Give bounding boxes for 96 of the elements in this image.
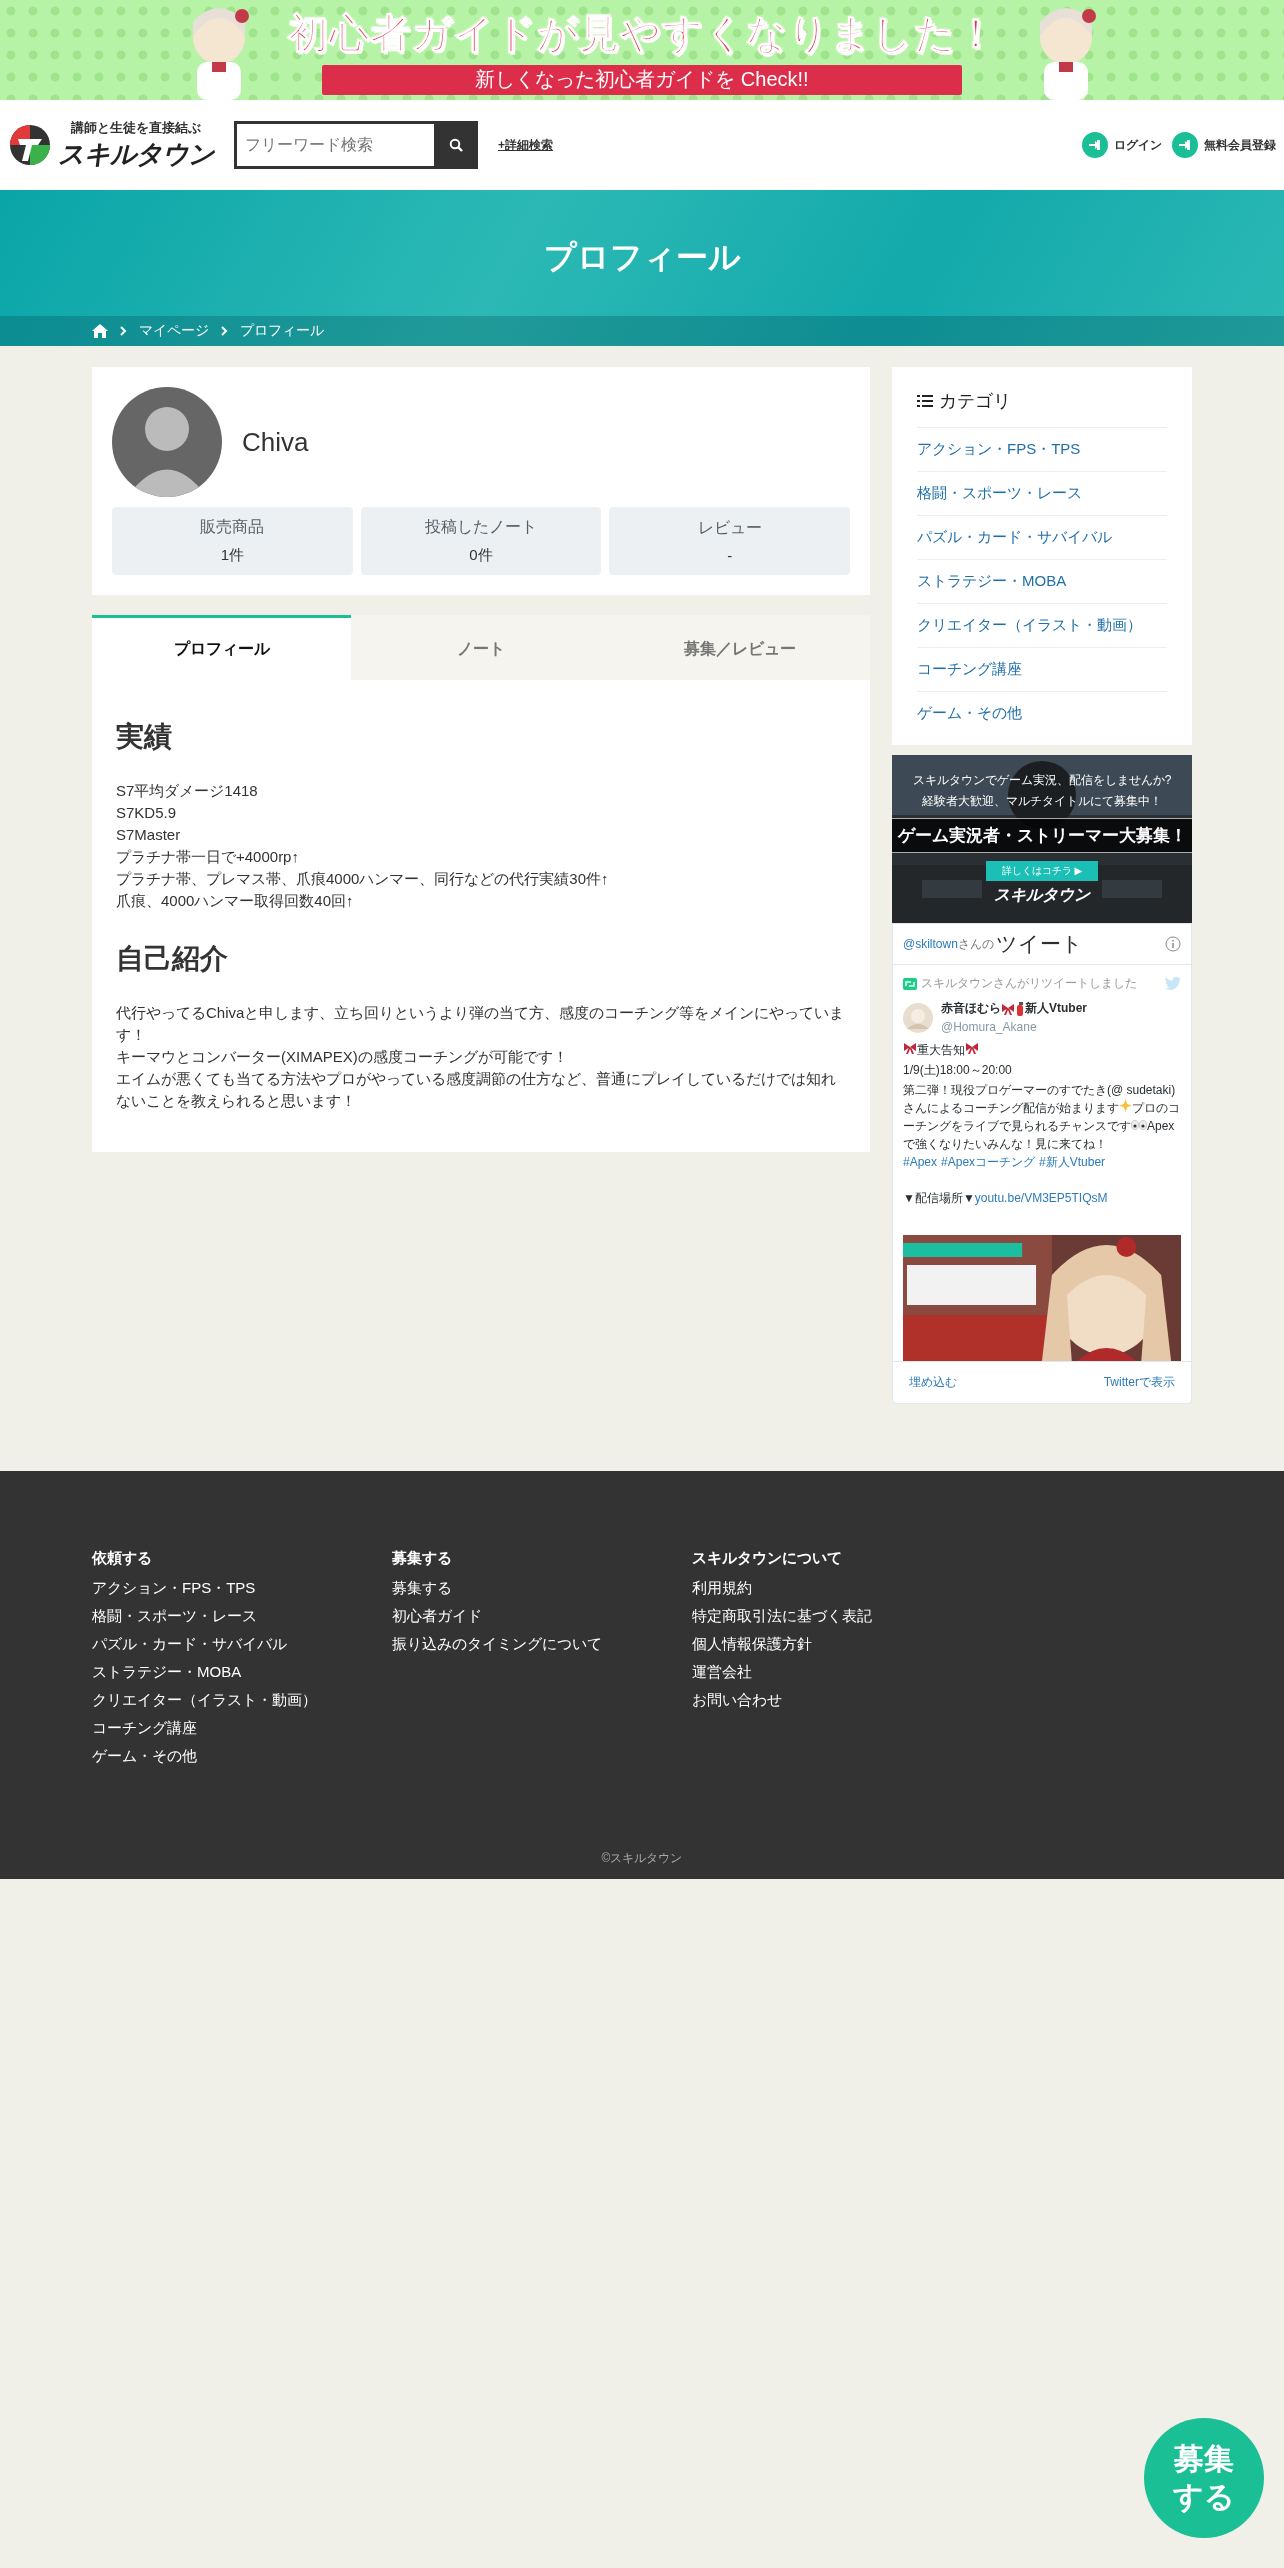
body-text: エイムが悪くても当てる方法やプロがやっている感度調節の仕方など、普通にプレイしているだけでは知れないことを教えられると思います！: [116, 1069, 837, 1111]
body-text: S7KD5.9: [116, 803, 178, 823]
author-handle[interactable]: @Homura_Akane: [941, 1020, 1037, 1034]
footer-link[interactable]: アクション・FPS・TPS: [92, 1579, 392, 1598]
chevron-icon: [120, 326, 127, 336]
widget-link[interactable]: Twitterで表示: [1103, 1374, 1175, 1391]
footer-link[interactable]: 運営会社: [692, 1663, 992, 1682]
stat-value: 0件: [469, 546, 493, 565]
body-text: プラチナ帯、プレマス帯、爪痕4000ハンマー、同行などの代行実績30件↑: [116, 869, 610, 889]
footer-link[interactable]: ゲーム・その他: [92, 1747, 392, 1766]
footer-link[interactable]: 初心者ガイド: [392, 1607, 692, 1626]
sparkle-icon: [1119, 1099, 1132, 1112]
logo-text[interactable]: スキルタウン: [58, 136, 214, 172]
list-icon: [917, 394, 933, 408]
widget-link[interactable]: 埋め込む: [909, 1374, 957, 1391]
banner-subtitle[interactable]: 新しくなった初心者ガイドを Check!!: [322, 64, 962, 95]
ribbon-icon: [1001, 1002, 1015, 1015]
advanced-search-link[interactable]: +詳細検索: [498, 136, 553, 154]
chevron-icon: [221, 326, 228, 336]
logo-tagline: 講師と生徒を直接結ぶ: [71, 118, 201, 137]
sign-in-icon: [1172, 132, 1198, 158]
hashtag-link[interactable]: #新人Vtuber: [1039, 1155, 1106, 1169]
breadcrumb-link[interactable]: マイページ: [139, 322, 209, 340]
hashtag-link[interactable]: youtu.be/VM3EP5TIQsM: [974, 1191, 1108, 1205]
stat-label: レビュー: [697, 518, 762, 538]
ad-headline: ゲーム実況者・ストリーマー大募集！: [892, 818, 1192, 853]
body-text: 代行やってるChivaと申します、立ち回りというより弾の当て方、感度のコーチング等をメインにやっています！: [116, 1003, 846, 1045]
footer-link[interactable]: 個人情報保護方針: [692, 1635, 992, 1654]
account-suffix: さんの: [957, 935, 994, 953]
footer-link[interactable]: 特定商取引法に基づく表記: [692, 1607, 992, 1626]
tab[interactable]: ノート: [351, 615, 611, 680]
category-link[interactable]: クリエイター（イラスト・動画）: [917, 604, 1167, 648]
tab[interactable]: 募集／レビュー: [610, 615, 870, 680]
category-link[interactable]: コーチング講座: [917, 648, 1167, 692]
account-link[interactable]: @skiltown: [903, 937, 958, 951]
body-text: プラチナ帯一日で+4000rp↑: [116, 847, 300, 867]
section-heading: 自己紹介: [116, 942, 229, 976]
ad-logo-text: スキルタウン: [994, 885, 1090, 905]
retweet-note: スキルタウンさんがリツイートしました: [921, 975, 1137, 992]
section-heading: 実績: [116, 720, 173, 754]
sign-in-icon: [1082, 132, 1108, 158]
tweet-text: ▼配信場所▼youtu.be/VM3EP5TIQsM: [903, 1190, 1109, 1207]
header-link[interactable]: ログイン: [1082, 132, 1162, 158]
footer-link[interactable]: お問い合わせ: [692, 1691, 992, 1710]
footer-link[interactable]: パズル・カード・サバイバル: [92, 1635, 392, 1654]
widget-title: ツイート: [995, 931, 1083, 957]
category-link[interactable]: ゲーム・その他: [917, 692, 1167, 735]
ribbon-icon: [965, 1042, 979, 1054]
extinguisher-icon: [1015, 1001, 1025, 1016]
tweet-text: 重大告知: [903, 1041, 1181, 1059]
search-icon: [449, 138, 463, 152]
retweet-icon: [903, 977, 917, 990]
stat-label: 販売商品: [200, 517, 265, 537]
footer-link[interactable]: 利用規約: [692, 1579, 992, 1598]
tweet-text: 第二弾！現役プロゲーマーのすでたき(@ sudetaki)さんによるコーチング配信が始まります プロのコーチングをライブで見られるチャンスです Apexで強くなりたいみんな！見に来てね！ #Apex #Apexコーチング #新人Vtuber: [903, 1082, 1181, 1171]
body-text: キーマウとコンバーター(XIMAPEX)の感度コーチングが可能です！: [116, 1047, 569, 1067]
ad-text: 経験者大歓迎、マルチタイトルにて募集中！: [922, 793, 1162, 810]
ad-text: スキルタウンでゲーム実況、配信をしませんか?: [912, 772, 1172, 789]
stat-value: -: [727, 547, 733, 564]
hashtag-link[interactable]: #Apexコーチング: [941, 1155, 1036, 1169]
body-text: S7平均ダメージ1418: [116, 781, 259, 801]
footer-heading: 募集する: [392, 1549, 453, 1568]
category-link[interactable]: ストラテジー・MOBA: [917, 560, 1167, 604]
home-icon[interactable]: [92, 324, 108, 338]
eyes-icon: [1131, 1120, 1147, 1130]
footer-heading: 依頼する: [92, 1549, 153, 1568]
sidebar-heading: カテゴリ: [939, 390, 1011, 413]
page-title: プロフィール: [542, 238, 742, 277]
body-text: S7Master: [116, 825, 182, 845]
footer-link[interactable]: ストラテジー・MOBA: [92, 1663, 392, 1682]
footer-link[interactable]: 振り込みのタイミングについて: [392, 1635, 692, 1654]
user-name: Chiva: [242, 426, 309, 458]
footer-link[interactable]: 募集する: [392, 1579, 692, 1598]
info-icon[interactable]: [1165, 936, 1181, 952]
copyright: ©スキルタウン: [600, 1850, 684, 1867]
tweet-text: 1/9(土)18:00～20:00: [903, 1062, 1013, 1079]
body-text: 爪痕、4000ハンマー取得回数40回↑: [116, 891, 355, 911]
header-link[interactable]: 無料会員登録: [1172, 132, 1276, 158]
hashtag-link[interactable]: #Apex: [903, 1155, 938, 1169]
search-button[interactable]: [434, 121, 478, 169]
category-link[interactable]: パズル・カード・サバイバル: [917, 516, 1167, 560]
footer-link[interactable]: コーチング講座: [92, 1719, 392, 1738]
footer-link[interactable]: クリエイター（イラスト・動画）: [92, 1691, 392, 1710]
category-link[interactable]: 格闘・スポーツ・レース: [917, 472, 1167, 516]
category-link[interactable]: アクション・FPS・TPS: [917, 428, 1167, 472]
footer-heading: スキルタウンについて: [692, 1549, 843, 1568]
tab[interactable]: プロフィール: [92, 615, 352, 680]
stat-label: 投稿したノート: [425, 517, 537, 537]
ad-banner[interactable]: スキルタウンでゲーム実況、配信をしませんか? 経験者大歓迎、マルチタイトルにて募集中！ ゲーム実況者・ストリーマー大募集！ 詳しくはコチラ ▶ スキルタウン: [892, 755, 1192, 923]
author-name[interactable]: 赤音ほむら 新人Vtuber: [941, 1000, 1087, 1017]
stat-value: 1件: [220, 546, 244, 565]
breadcrumb-link[interactable]: プロフィール: [240, 322, 324, 340]
search-field[interactable]: フリーワード検索: [234, 121, 434, 169]
ribbon-icon: [903, 1042, 917, 1054]
footer-link[interactable]: 格闘・スポーツ・レース: [92, 1607, 392, 1626]
logo-icon[interactable]: [8, 123, 52, 167]
